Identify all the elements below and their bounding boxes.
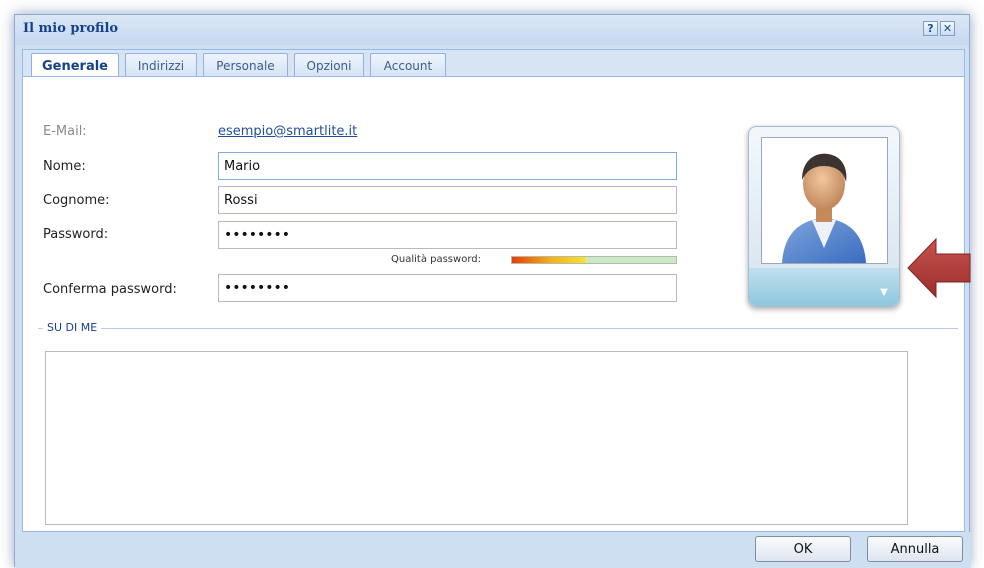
password-input[interactable] — [218, 221, 677, 249]
profile-window: Il mio profilo ? ✕ Generale Indirizzi Pe… — [14, 14, 971, 568]
chevron-down-icon[interactable]: ▼ — [877, 288, 891, 298]
about-textarea[interactable] — [45, 351, 908, 525]
tab-opzioni[interactable]: Opzioni — [294, 53, 364, 78]
ok-button[interactable]: OK — [755, 536, 851, 562]
email-link[interactable]: esempio@smartlite.it — [218, 124, 357, 139]
cancel-button[interactable]: Annulla — [867, 536, 963, 562]
cognome-input[interactable] — [218, 186, 677, 214]
email-label: E-Mail: — [43, 124, 87, 139]
about-legend: SU DI ME — [43, 321, 102, 334]
avatar-footer[interactable]: ▼ — [749, 268, 899, 306]
password-quality-fill — [512, 257, 586, 263]
tab-strip: Generale Indirizzi Personale Opzioni Acc… — [22, 49, 965, 79]
window-title: Il mio profilo — [23, 21, 119, 36]
nome-label: Nome: — [43, 159, 86, 174]
password-quality-meter — [511, 256, 677, 264]
tab-indirizzi[interactable]: Indirizzi — [125, 53, 197, 78]
user-avatar-icon — [782, 153, 866, 263]
avatar-widget[interactable]: ▼ — [748, 126, 900, 307]
confirm-password-input[interactable] — [218, 274, 677, 302]
nome-input[interactable] — [218, 152, 677, 180]
about-divider — [38, 328, 958, 329]
password-quality-label: Qualità password: — [391, 254, 481, 265]
window-titlebar[interactable]: Il mio profilo ? ✕ — [15, 15, 969, 45]
tab-personale[interactable]: Personale — [203, 53, 288, 78]
general-panel: E-Mail: esempio@smartlite.it Nome: Cogno… — [22, 76, 965, 532]
left-arrow-icon — [907, 237, 971, 299]
close-button[interactable]: ✕ — [940, 21, 955, 36]
cognome-label: Cognome: — [43, 193, 110, 208]
password-label: Password: — [43, 227, 109, 242]
help-button[interactable]: ? — [923, 21, 938, 36]
tab-account[interactable]: Account — [370, 53, 446, 78]
confirm-password-label: Conferma password: — [43, 282, 177, 297]
avatar-image — [761, 137, 888, 264]
